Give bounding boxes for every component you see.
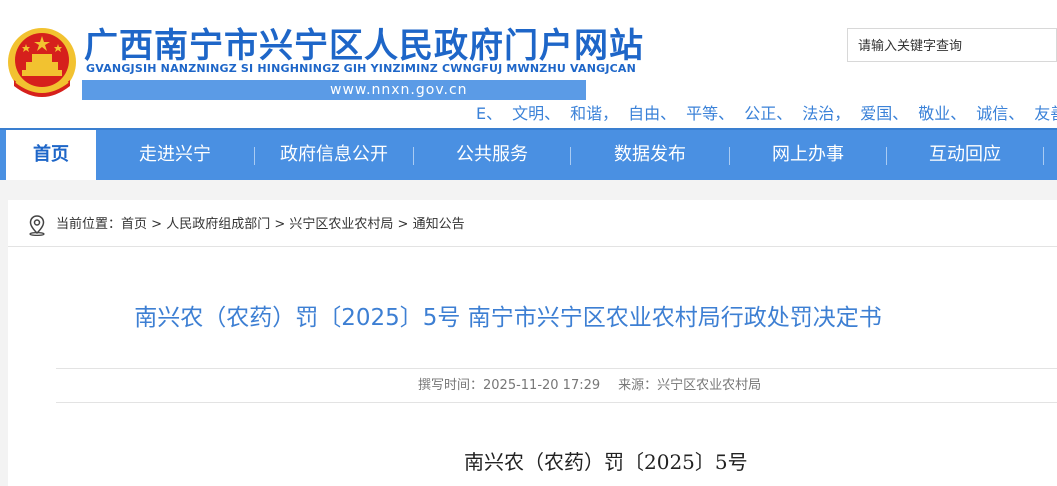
- nav-item-interaction[interactable]: 互动回应: [887, 130, 1043, 180]
- article-meta: 撰写时间：2025-11-20 17:29 来源：兴宁区农业农村局: [418, 374, 761, 393]
- core-value-item: 公正、: [744, 104, 793, 122]
- core-value-item: 诚信、: [976, 104, 1025, 122]
- breadcrumb-link-home[interactable]: 首页: [121, 217, 147, 232]
- nav-item-online-services[interactable]: 网上办事: [730, 130, 886, 180]
- breadcrumb-separator: >: [147, 217, 167, 232]
- site-url: www.nnxn.gov.cn: [330, 82, 468, 98]
- breadcrumb-prefix: 当前位置：: [56, 217, 122, 232]
- core-value-item: 自由、: [628, 104, 677, 122]
- site-pinyin-title: GVANGJSIH NANZNINGZ SI HINGHNINGZ GIH YI…: [86, 62, 637, 75]
- core-value-item: 敬业、: [918, 104, 967, 122]
- location-pin-icon: [29, 215, 45, 236]
- core-value-item: E、: [476, 104, 503, 122]
- article-title: 南兴农（农药）罚〔2025〕5号 南宁市兴宁区农业农村局行政处罚决定书: [134, 305, 882, 331]
- url-banner: www.nnxn.gov.cn: [82, 80, 586, 100]
- site-title[interactable]: 广西南宁市兴宁区人民政府门户网站: [84, 18, 644, 67]
- nav-item-about[interactable]: 走进兴宁: [96, 130, 254, 180]
- search-input[interactable]: [856, 30, 1057, 62]
- nav-item-info-disclosure[interactable]: 政府信息公开: [255, 130, 413, 180]
- core-value-item: 文明、: [512, 104, 561, 122]
- core-value-item: 法治，: [802, 104, 851, 122]
- article-source: 来源：兴宁区农业农村局: [618, 378, 762, 393]
- publish-time: 撰写时间：2025-11-20 17:29: [418, 378, 601, 393]
- core-value-item: 友善: [1034, 104, 1057, 122]
- breadcrumb-link-agri-bureau[interactable]: 兴宁区农业农村局: [289, 217, 393, 232]
- site-header: 广西南宁市兴宁区人民政府门户网站 GVANGJSIH NANZNINGZ SI …: [0, 0, 1057, 128]
- national-emblem-icon[interactable]: [6, 24, 78, 100]
- core-value-item: 爱国、: [860, 104, 909, 122]
- divider: [56, 368, 1057, 369]
- core-value-item: 和谐，: [570, 104, 619, 122]
- nav-item-home[interactable]: 首页: [6, 130, 96, 180]
- main-nav: 首页 走进兴宁 政府信息公开 公共服务 数据发布 网上办事 互动回应: [0, 128, 1057, 180]
- breadcrumb-separator: >: [393, 217, 413, 232]
- breadcrumb-link-notices[interactable]: 通知公告: [413, 217, 465, 232]
- breadcrumb-link-departments[interactable]: 人民政府组成部门: [166, 217, 270, 232]
- divider: [56, 402, 1057, 403]
- breadcrumb: 当前位置：首页 > 人民政府组成部门 > 兴宁区农业农村局 > 通知公告: [26, 214, 465, 236]
- breadcrumb-separator: >: [270, 217, 290, 232]
- divider: [8, 246, 1057, 247]
- article-panel: 当前位置：首页 > 人民政府组成部门 > 兴宁区农业农村局 > 通知公告 南兴农…: [8, 200, 1057, 486]
- core-values-marquee: E、文明、和谐， 自由、平等、公正、法治， 爱国、敬业、诚信、友善: [476, 100, 1057, 122]
- core-value-item: 平等、: [686, 104, 735, 122]
- nav-divider: [1043, 147, 1044, 165]
- nav-item-data-release[interactable]: 数据发布: [571, 130, 729, 180]
- nav-item-public-service[interactable]: 公共服务: [414, 130, 570, 180]
- search-box: [847, 28, 1057, 62]
- document-number: 南兴农（农药）罚〔2025〕5号: [464, 450, 748, 474]
